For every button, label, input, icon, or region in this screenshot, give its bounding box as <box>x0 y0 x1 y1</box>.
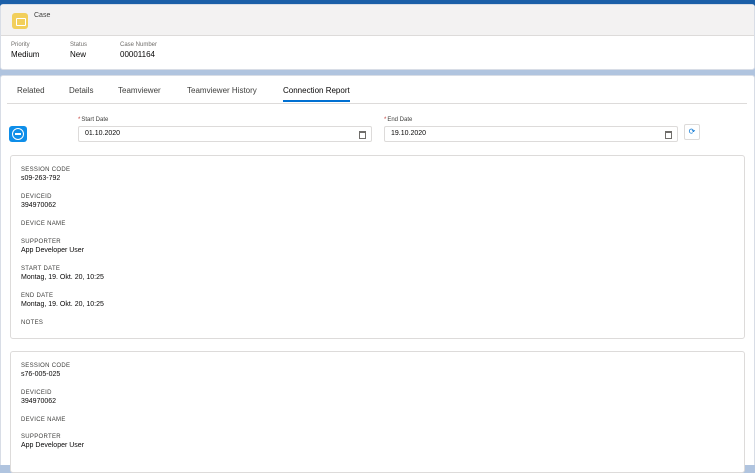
start-date-row-label: START DATE <box>21 266 61 272</box>
priority-field: Priority Medium <box>11 42 39 59</box>
device-id-label: DEVICEID <box>21 390 52 396</box>
supporter-label: SUPPORTER <box>21 239 61 245</box>
record-object-label: Case <box>34 12 51 19</box>
notes-label: NOTES <box>21 320 44 326</box>
supporter-row: SUPPORTER App Developer User <box>21 434 84 449</box>
session-code-value: s09-263-792 <box>21 175 61 182</box>
teamviewer-logo-icon <box>9 126 27 142</box>
start-date-input[interactable]: 01.10.2020 <box>78 126 372 142</box>
case-number-field: Case Number 00001164 <box>120 42 157 59</box>
supporter-value: App Developer User <box>21 247 85 254</box>
supporter-value: App Developer User <box>21 442 85 449</box>
tab-details[interactable]: Details <box>69 86 93 100</box>
device-name-label: DEVICE NAME <box>21 417 66 423</box>
calendar-icon[interactable] <box>359 131 366 139</box>
refresh-button[interactable]: ⟳ <box>684 124 700 140</box>
tab-teamviewer[interactable]: Teamviewer <box>118 86 161 100</box>
supporter-label: SUPPORTER <box>21 434 61 440</box>
end-date-row-value: Montag, 19. Okt. 20, 10:25 <box>21 301 104 308</box>
connection-report-card: SESSION CODE s76-005-025 DEVICEID 394970… <box>10 351 745 473</box>
end-date-field: *End Date 19.10.2020 <box>384 117 678 142</box>
end-date-value: 19.10.2020 <box>391 130 427 137</box>
session-code-row: SESSION CODE s09-263-792 <box>21 167 70 182</box>
start-date-label-text: Start Date <box>81 117 109 123</box>
device-id-label: DEVICEID <box>21 194 52 200</box>
end-date-input[interactable]: 19.10.2020 <box>384 126 678 142</box>
tab-related[interactable]: Related <box>17 86 45 100</box>
calendar-icon[interactable] <box>665 131 672 139</box>
start-date-row: START DATE Montag, 19. Okt. 20, 10:25 <box>21 266 104 281</box>
tab-teamviewer-history[interactable]: Teamviewer History <box>187 86 257 100</box>
notes-row: NOTES <box>21 320 43 326</box>
required-marker: * <box>384 117 387 123</box>
device-id-value: 394970062 <box>21 202 57 209</box>
priority-label: Priority <box>11 42 30 48</box>
case-icon <box>12 13 28 29</box>
device-id-row: DEVICEID 394970062 <box>21 390 56 405</box>
refresh-icon: ⟳ <box>688 127 696 136</box>
session-code-label: SESSION CODE <box>21 167 71 173</box>
required-marker: * <box>78 117 81 123</box>
start-date-label: *Start Date <box>78 117 372 126</box>
record-header-title-bar: Case <box>1 5 754 36</box>
end-date-label-text: End Date <box>387 117 413 123</box>
start-date-value: 01.10.2020 <box>85 130 121 137</box>
device-id-value: 394970062 <box>21 398 57 405</box>
case-number-value: 00001164 <box>120 50 155 59</box>
end-date-row-label: END DATE <box>21 293 54 299</box>
status-field: Status New <box>70 42 87 59</box>
case-number-label: Case Number <box>120 42 158 48</box>
start-date-field: *Start Date 01.10.2020 <box>78 117 372 142</box>
session-code-row: SESSION CODE s76-005-025 <box>21 363 70 378</box>
tab-connection-report[interactable]: Connection Report <box>283 86 350 102</box>
device-name-label: DEVICE NAME <box>21 221 66 227</box>
supporter-row: SUPPORTER App Developer User <box>21 239 84 254</box>
status-value: New <box>70 50 87 59</box>
connection-report-card: SESSION CODE s09-263-792 DEVICEID 394970… <box>10 155 745 339</box>
device-name-row: DEVICE NAME <box>21 221 66 227</box>
end-date-label: *End Date <box>384 117 678 126</box>
device-id-row: DEVICEID 394970062 <box>21 194 56 209</box>
session-code-label: SESSION CODE <box>21 363 71 369</box>
priority-value: Medium <box>11 50 40 59</box>
device-name-row: DEVICE NAME <box>21 417 66 423</box>
end-date-row: END DATE Montag, 19. Okt. 20, 10:25 <box>21 293 104 308</box>
record-header: Case Priority Medium Status New Case Num… <box>0 4 755 70</box>
tab-bar: Related Details Teamviewer Teamviewer Hi… <box>7 82 747 104</box>
status-label: Status <box>70 42 88 48</box>
start-date-row-value: Montag, 19. Okt. 20, 10:25 <box>21 274 104 281</box>
session-code-value: s76-005-025 <box>21 371 61 378</box>
